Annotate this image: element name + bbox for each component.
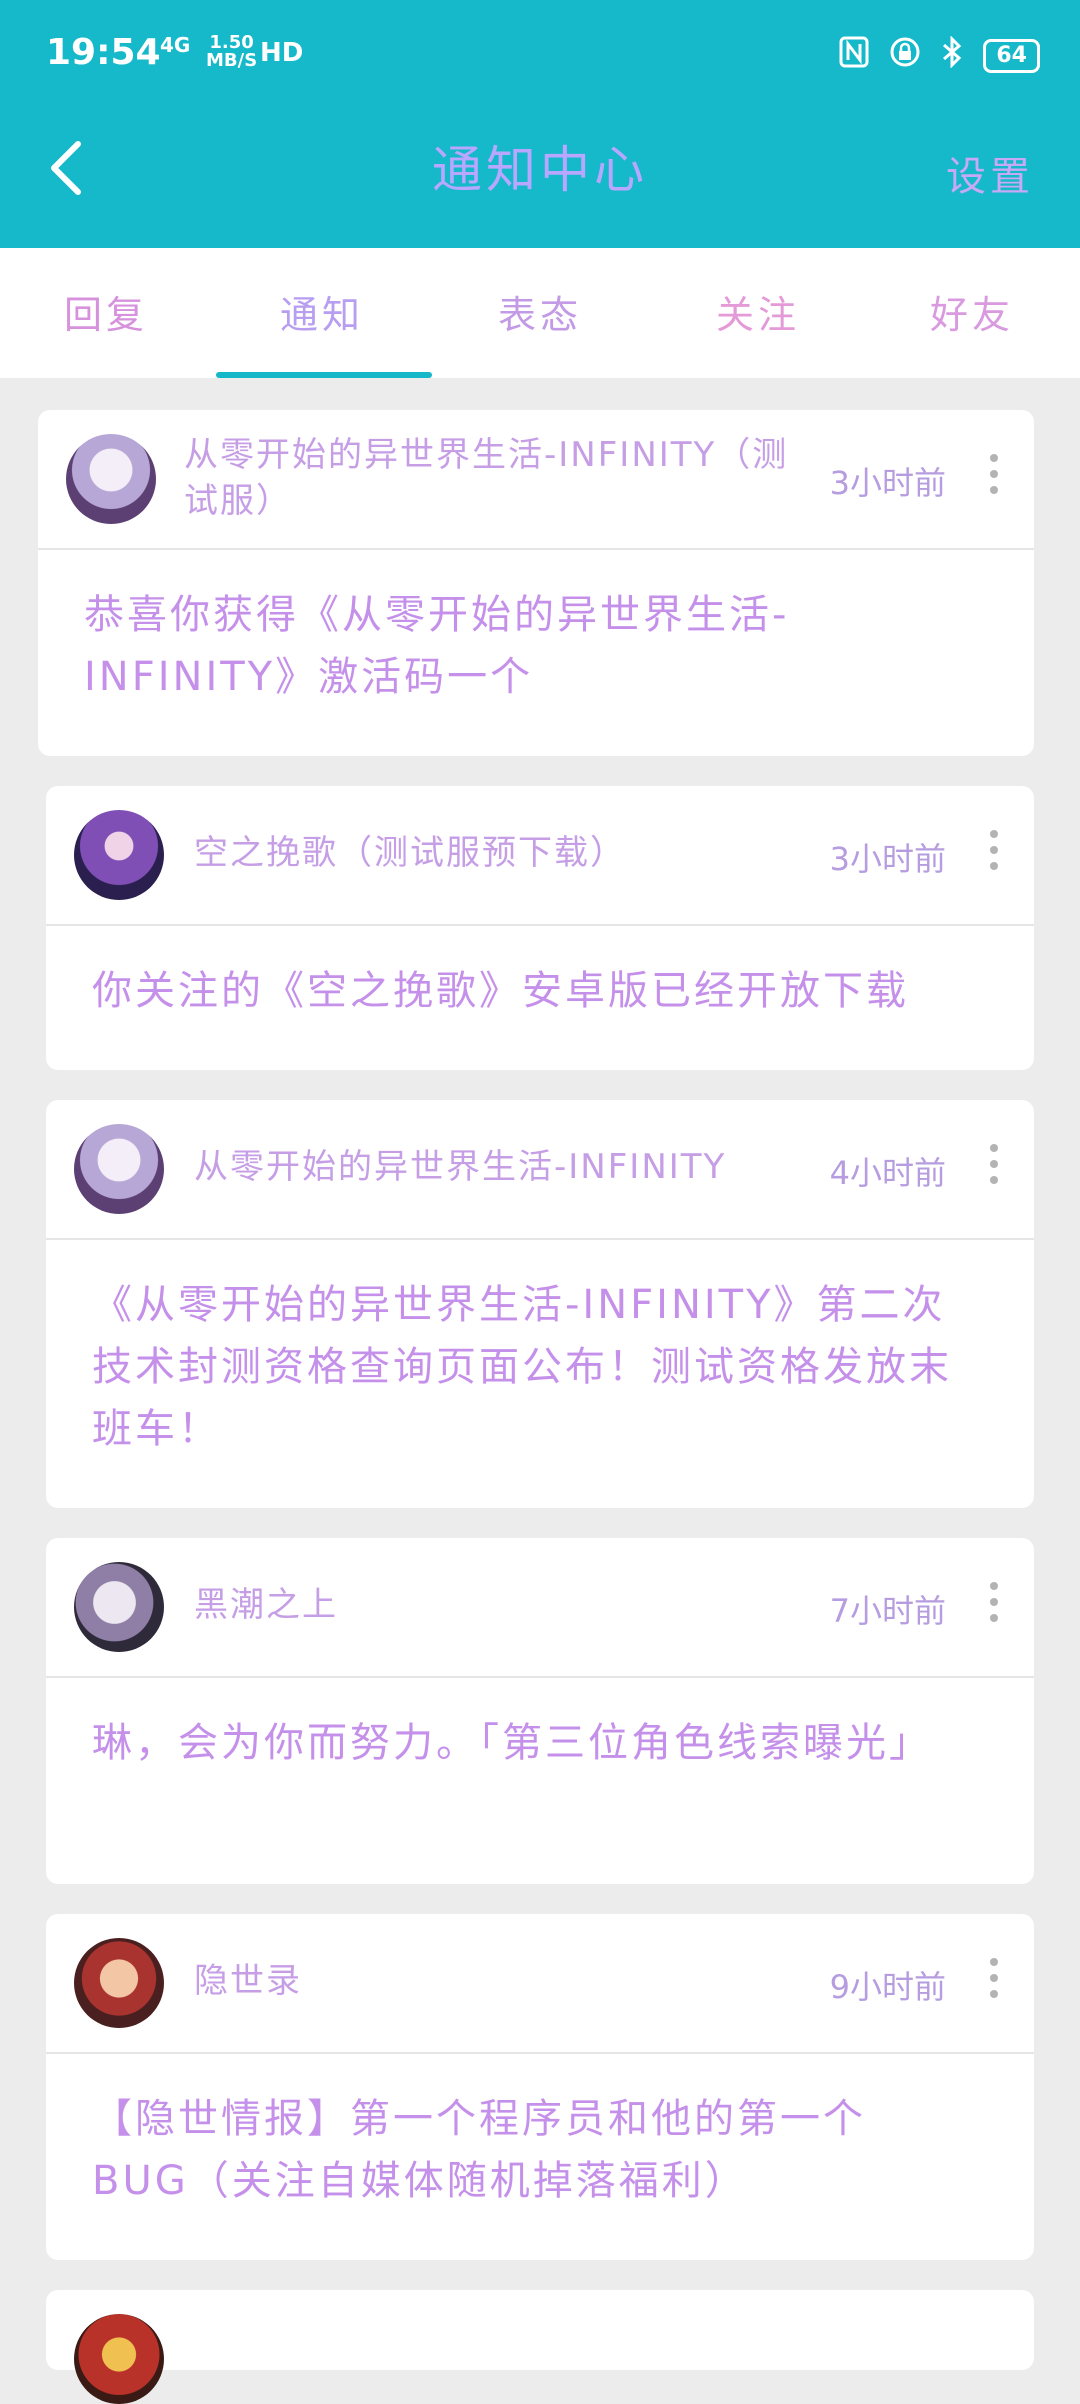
lock-rotation-icon (889, 36, 921, 76)
tab-notifications[interactable]: 通知 (280, 284, 364, 339)
notification-header: 从零开始的异世界生活-INFINITY（测试服） 3小时前 (38, 410, 1034, 550)
status-icons: 64 (839, 35, 1040, 76)
avatar[interactable] (74, 1938, 164, 2028)
network-type: 4G (160, 33, 191, 57)
status-time: 19:54 (46, 32, 161, 73)
notification-time: 3小时前 (829, 464, 946, 502)
avatar[interactable] (74, 810, 164, 900)
notification-source[interactable]: 从零开始的异世界生活-INFINITY (194, 1144, 814, 1190)
notification-message: 恭喜你获得《从零开始的异世界生活-INFINITY》激活码一个 (84, 592, 790, 700)
notification-message: 【隐世情报】第一个程序员和他的第一个BUG（关注自媒体随机掉落福利） (92, 2096, 866, 2204)
more-options-button[interactable] (990, 830, 998, 878)
notification-card[interactable]: 空之挽歌（测试服预下载） 3小时前 你关注的《空之挽歌》安卓版已经开放下载 (46, 786, 1034, 1070)
speed-unit: MB/S (206, 50, 258, 71)
tab-bar: 回复 通知 表态 关注 好友 (0, 248, 1080, 378)
more-options-button[interactable] (990, 454, 998, 502)
notification-message: 《从零开始的异世界生活-INFINITY》第二次技术封测资格查询页面公布！测试资… (92, 1282, 952, 1452)
more-options-button[interactable] (990, 1958, 998, 2006)
notification-time: 7小时前 (829, 1592, 946, 1630)
notification-card[interactable]: 隐世录 9小时前 【隐世情报】第一个程序员和他的第一个BUG（关注自媒体随机掉落… (46, 1914, 1034, 2260)
notification-card[interactable]: 从零开始的异世界生活-INFINITY 4小时前 《从零开始的异世界生活-INF… (46, 1100, 1034, 1508)
avatar[interactable] (74, 2314, 164, 2404)
notification-header: 从零开始的异世界生活-INFINITY 4小时前 (46, 1100, 1034, 1240)
tab-friends[interactable]: 好友 (930, 284, 1014, 339)
nfc-icon (839, 36, 869, 76)
notification-card-partial[interactable] (46, 2290, 1034, 2404)
avatar[interactable] (74, 1124, 164, 1214)
notification-header: 空之挽歌（测试服预下载） 3小时前 (46, 786, 1034, 926)
notification-header: 隐世录 9小时前 (46, 1914, 1034, 2054)
notification-time: 9小时前 (829, 1968, 946, 2006)
network-speed: 1.50 MB/S (206, 34, 257, 70)
avatar[interactable] (74, 1562, 164, 1652)
notification-message: 琳，会为你而努力。「第三位角色线索曝光」 (92, 1720, 932, 1766)
notification-source[interactable]: 黑潮之上 (194, 1582, 814, 1628)
more-options-button[interactable] (990, 1582, 998, 1630)
tab-replies[interactable]: 回复 (64, 284, 148, 339)
notification-card[interactable]: 从零开始的异世界生活-INFINITY（测试服） 3小时前 恭喜你获得《从零开始… (38, 410, 1034, 756)
tab-reactions[interactable]: 表态 (498, 284, 582, 339)
notification-header: 黑潮之上 7小时前 (46, 1538, 1034, 1678)
active-tab-indicator (216, 372, 432, 378)
page-title: 通知中心 (432, 141, 648, 199)
title-bar: 通知中心 设置 (0, 110, 1080, 248)
notification-source[interactable]: 隐世录 (194, 1958, 814, 2004)
notification-time: 4小时前 (829, 1154, 946, 1192)
hd-indicator: HD (260, 38, 304, 68)
battery-indicator: 64 (983, 39, 1040, 73)
notification-time: 3小时前 (829, 840, 946, 878)
bluetooth-icon (941, 35, 963, 76)
tab-follows[interactable]: 关注 (716, 284, 800, 339)
more-options-button[interactable] (990, 1144, 998, 1192)
status-bar: 19:54 4G 1.50 MB/S HD 64 (0, 0, 1080, 110)
notification-source[interactable]: 空之挽歌（测试服预下载） (194, 830, 814, 876)
notification-card[interactable]: 黑潮之上 7小时前 琳，会为你而努力。「第三位角色线索曝光」 (46, 1538, 1034, 1884)
notification-message: 你关注的《空之挽歌》安卓版已经开放下载 (92, 968, 909, 1014)
settings-button[interactable]: 设置 (946, 144, 1034, 202)
avatar[interactable] (66, 434, 156, 524)
notification-source[interactable]: 从零开始的异世界生活-INFINITY（测试服） (184, 432, 804, 524)
